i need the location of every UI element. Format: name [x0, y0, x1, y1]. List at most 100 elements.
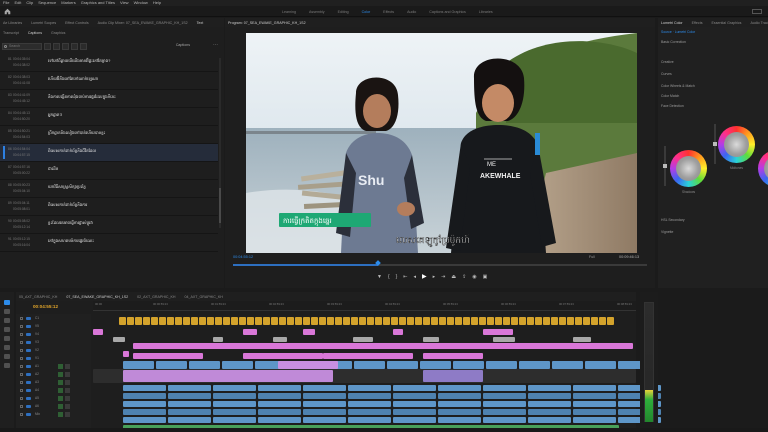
- mute-button[interactable]: [58, 364, 63, 369]
- workspace-tab[interactable]: Learning: [282, 10, 296, 14]
- caption-item[interactable]: 88 00:05:00:23 00:05:04:10 យកវិធីសាស្រ្តសិក…: [0, 180, 218, 198]
- audio-clip[interactable]: [528, 385, 571, 391]
- workspace-tab[interactable]: Editing: [338, 10, 349, 14]
- audio-clip[interactable]: [258, 401, 301, 407]
- video-clip[interactable]: [222, 361, 253, 369]
- lock-icon[interactable]: [20, 317, 23, 320]
- mute-button[interactable]: [58, 404, 63, 409]
- panel-tab[interactable]: Audio Track Mixer: [750, 21, 768, 25]
- caption-clip[interactable]: [423, 317, 430, 325]
- graphic-clip[interactable]: [423, 370, 483, 382]
- graphic-clip[interactable]: [123, 370, 333, 382]
- caption-clip[interactable]: [551, 317, 558, 325]
- timeline-timecode[interactable]: 00:04:55:12: [33, 304, 58, 309]
- audio-clip[interactable]: [573, 385, 616, 391]
- caption-clip[interactable]: [239, 317, 246, 325]
- caption-item[interactable]: 81 00:04:35:04 00:04:38:02 ទៅនៅពីឆ្ងាយបើយើង…: [0, 54, 218, 72]
- toggle-output-icon[interactable]: [26, 317, 31, 320]
- audio-clip[interactable]: [213, 417, 256, 423]
- audio-clip[interactable]: [483, 385, 526, 391]
- workspace-tab[interactable]: Assembly: [309, 10, 325, 14]
- track-header[interactable]: A5: [18, 396, 88, 402]
- adjustment-clip[interactable]: [573, 337, 591, 342]
- caption-clip[interactable]: [151, 317, 158, 325]
- toggle-output-icon[interactable]: [26, 325, 31, 328]
- workspace-menu-icon[interactable]: [752, 9, 762, 14]
- caption-clip[interactable]: [455, 317, 462, 325]
- split-button[interactable]: [71, 42, 78, 50]
- graphic-clip[interactable]: [243, 329, 257, 335]
- caption-text[interactable]: ទៅនៅពីឆ្ងាយបើយើងមានអ៊ីផ្ទះនៅតែម្ខាង?: [48, 58, 110, 64]
- audio-clip[interactable]: [438, 385, 481, 391]
- solo-button[interactable]: [65, 388, 70, 393]
- caption-clip[interactable]: [599, 317, 606, 325]
- next-button[interactable]: [62, 42, 69, 50]
- graphic-clip[interactable]: [133, 343, 633, 349]
- lock-icon[interactable]: [20, 333, 23, 336]
- workspace-tab[interactable]: Color: [362, 10, 371, 14]
- lift-icon[interactable]: ⏏: [451, 274, 456, 280]
- caption-clip[interactable]: [175, 317, 182, 325]
- mute-button[interactable]: [58, 388, 63, 393]
- audio-clip[interactable]: [303, 401, 346, 407]
- video-clip[interactable]: [486, 361, 517, 369]
- video-clip[interactable]: [552, 361, 583, 369]
- home-icon[interactable]: [4, 8, 11, 15]
- toggle-output-icon[interactable]: [26, 341, 31, 344]
- highlights-wheel[interactable]: [758, 150, 768, 187]
- search-input[interactable]: Search: [2, 42, 42, 50]
- caption-clip[interactable]: [343, 317, 350, 325]
- audio-clip[interactable]: [213, 393, 256, 399]
- marker-icon[interactable]: ▼: [377, 274, 382, 280]
- track-header[interactable]: V4: [18, 332, 88, 338]
- audio-clip[interactable]: [168, 409, 211, 415]
- audio-clip[interactable]: [168, 385, 211, 391]
- track-header[interactable]: V2: [18, 348, 88, 354]
- panel-tab[interactable]: Effect Controls: [65, 21, 89, 25]
- video-clip[interactable]: [123, 361, 154, 369]
- adjustment-clip[interactable]: [353, 337, 373, 342]
- caption-item[interactable]: 83 00:04:41:09 00:04:45:12 នឹងការបង្កើតការឃ…: [0, 90, 218, 108]
- graphic-clip[interactable]: [123, 351, 129, 357]
- lumetri-section[interactable]: Creative: [661, 60, 674, 64]
- caption-clip[interactable]: [479, 317, 486, 325]
- caption-clip[interactable]: [143, 317, 150, 325]
- caption-clip[interactable]: [207, 317, 214, 325]
- caption-clip[interactable]: [279, 317, 286, 325]
- lock-icon[interactable]: [20, 381, 23, 384]
- caption-clip[interactable]: [351, 317, 358, 325]
- time-ruler[interactable]: 00:00 00:00:59:23 00:01:59:23 00:02:59:23 00…: [93, 301, 636, 311]
- caption-clip[interactable]: [263, 317, 270, 325]
- lock-icon[interactable]: [20, 413, 23, 416]
- adjustment-clip[interactable]: [213, 337, 223, 342]
- caption-item[interactable]: 87 00:04:57:16 00:05:00:22 ជាដើម: [0, 162, 218, 180]
- lock-icon[interactable]: [20, 349, 23, 352]
- solo-button[interactable]: [65, 412, 70, 417]
- captions-tab[interactable]: Graphics: [51, 31, 65, 35]
- graphic-clip[interactable]: [93, 329, 103, 335]
- lumetri-section[interactable]: Color Match: [661, 94, 679, 98]
- caption-clip[interactable]: [359, 317, 366, 325]
- caption-clip[interactable]: [335, 317, 342, 325]
- graphic-clip[interactable]: [483, 329, 513, 335]
- audio-clip[interactable]: [528, 393, 571, 399]
- caption-clip[interactable]: [295, 317, 302, 325]
- track-header[interactable]: C1: [18, 316, 88, 322]
- lumetri-section[interactable]: Vignette: [661, 230, 673, 234]
- sequence-tab[interactable]: 05_AXT_GRAPHIC_KH: [19, 295, 57, 299]
- audio-clip[interactable]: [168, 393, 211, 399]
- graphic-clip[interactable]: [303, 329, 315, 335]
- audio-clip[interactable]: [348, 393, 391, 399]
- panel-tab[interactable]: Lumetri Scopes: [31, 21, 56, 25]
- caption-text[interactable]: ពិសេសកាត់ពាក់ព័ន្ធនឹងការ: [48, 202, 87, 208]
- caption-clip[interactable]: [255, 317, 262, 325]
- caption-clip[interactable]: [535, 317, 542, 325]
- solo-button[interactable]: [65, 404, 70, 409]
- caption-clip[interactable]: [367, 317, 374, 325]
- hand-tool-icon[interactable]: [4, 354, 10, 359]
- caption-clip[interactable]: [135, 317, 142, 325]
- audio-clip[interactable]: [258, 385, 301, 391]
- video-clip[interactable]: [156, 361, 187, 369]
- go-to-out-icon[interactable]: ⇥: [441, 274, 445, 280]
- caption-clip[interactable]: [487, 317, 494, 325]
